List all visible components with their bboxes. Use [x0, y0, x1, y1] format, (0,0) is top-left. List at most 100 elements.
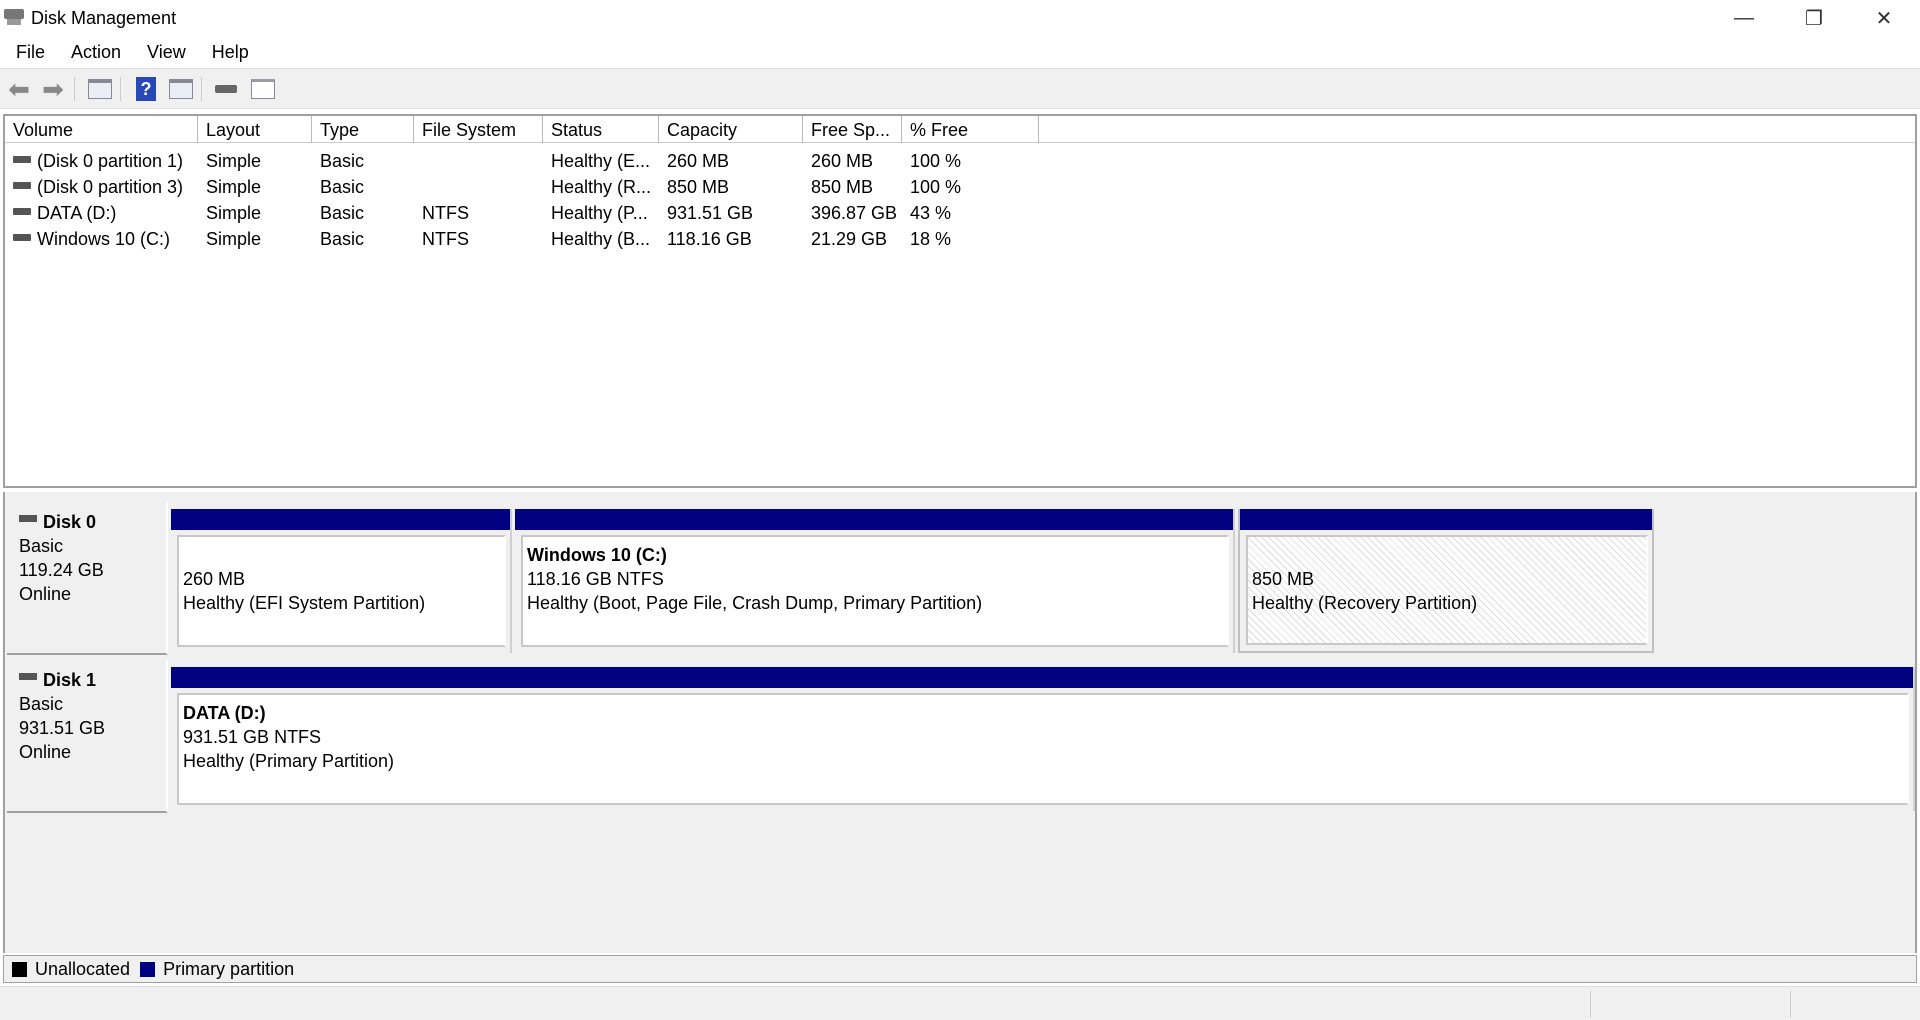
- restore-button[interactable]: ❐: [1779, 0, 1849, 37]
- disk-0-label[interactable]: Disk 0 Basic 119.24 GB Online: [7, 502, 168, 655]
- cell-free-space: 850 MB: [803, 177, 902, 198]
- console-tree-icon[interactable]: [85, 75, 115, 103]
- menu-action[interactable]: Action: [61, 42, 131, 63]
- cell-type: Basic: [312, 203, 414, 224]
- cell-text: 21.29 GB: [811, 229, 888, 249]
- volume-row[interactable]: DATA (D:) Simple Basic NTFS Healthy (P... 931…: [5, 200, 1915, 226]
- column-file-system[interactable]: File System: [414, 116, 543, 143]
- partition-size: 931.51 GB NTFS: [183, 727, 322, 747]
- cell-status: Healthy (P...: [543, 203, 659, 224]
- column-free-space[interactable]: Free Sp...: [803, 116, 902, 143]
- minimize-button[interactable]: —: [1709, 0, 1779, 37]
- cell-text: Simple: [206, 177, 262, 197]
- cell-text: Simple: [206, 203, 262, 223]
- cell-text: Basic: [320, 229, 365, 249]
- disk-management-icon: [4, 9, 24, 27]
- disk-type: Basic: [19, 694, 64, 714]
- legend-unallocated: Unallocated: [35, 958, 131, 979]
- volume-row[interactable]: (Disk 0 partition 3) Simple Basic Healthy (…: [5, 174, 1915, 200]
- legend: Unallocated Primary partition: [3, 955, 1917, 983]
- connect-icon[interactable]: [211, 75, 241, 103]
- disk-icon: [19, 515, 37, 522]
- partition-title: [1252, 543, 1642, 567]
- action-pane-icon[interactable]: [166, 75, 196, 103]
- cell-text: Basic: [320, 203, 365, 223]
- menu-help[interactable]: Help: [202, 42, 259, 63]
- menu-view[interactable]: View: [137, 42, 196, 63]
- disk-1-label[interactable]: Disk 1 Basic 931.51 GB Online: [7, 660, 168, 813]
- cell-capacity: 931.51 GB: [659, 203, 803, 224]
- unallocated-swatch: [12, 961, 27, 977]
- primary-partition-bar: [515, 509, 1233, 530]
- volume-row[interactable]: Windows 10 (C:) Simple Basic NTFS Healthy (B…: [5, 226, 1915, 252]
- cell-text: 18 %: [910, 229, 952, 249]
- cell-text: 396.87 GB: [811, 203, 898, 223]
- disk-state: Online: [19, 742, 72, 762]
- cell-text: 260 MB: [667, 151, 730, 171]
- partition-title: DATA (D:): [183, 703, 266, 723]
- properties-icon[interactable]: [248, 75, 278, 103]
- cell-status: Healthy (E...: [543, 151, 659, 172]
- cell-text: 850 MB: [667, 177, 730, 197]
- column-layout[interactable]: Layout: [198, 116, 312, 143]
- partition-status: Healthy (Primary Partition): [183, 751, 395, 771]
- toolbar: ⬅ ➡ ?: [0, 69, 1920, 109]
- cell-text: Basic: [320, 151, 365, 171]
- disk-state: Online: [19, 584, 72, 604]
- cell-layout: Simple: [198, 203, 312, 224]
- cell-text: 931.51 GB: [667, 203, 754, 223]
- partition-status: Healthy (EFI System Partition): [183, 593, 426, 613]
- cell-file-system: NTFS: [414, 229, 543, 250]
- cell-text: NTFS: [422, 203, 469, 223]
- partition-recovery[interactable]: 850 MB Healthy (Recovery Partition): [1238, 509, 1654, 653]
- cell-text: Simple: [206, 151, 262, 171]
- cell-text: Basic: [320, 177, 365, 197]
- volume-row[interactable]: (Disk 0 partition 1) Simple Basic Healthy (…: [5, 148, 1915, 174]
- cell-text: DATA (D:): [37, 203, 117, 223]
- disk-size: 119.24 GB: [19, 560, 104, 580]
- help-icon[interactable]: ?: [131, 75, 161, 103]
- partition-windows-c[interactable]: Windows 10 (C:) 118.16 GB NTFS Healthy (…: [515, 509, 1235, 653]
- partition-title: Windows 10 (C:): [527, 545, 667, 565]
- disk-name: Disk 0: [43, 512, 97, 532]
- cell-text: Healthy (P...: [551, 203, 648, 223]
- cell-text: 118.16 GB: [667, 229, 752, 249]
- disk-graph-pane: Disk 0 Basic 119.24 GB Online 260 MB Hea…: [3, 492, 1917, 953]
- cell-text: Healthy (B...: [551, 229, 651, 249]
- status-bar: [0, 986, 1920, 1020]
- cell-layout: Simple: [198, 229, 312, 250]
- cell-text: 43 %: [910, 203, 952, 223]
- partition-status: Healthy (Recovery Partition): [1252, 593, 1478, 613]
- column-type[interactable]: Type: [312, 116, 414, 143]
- column-status[interactable]: Status: [543, 116, 659, 143]
- cell-text: 100 %: [910, 177, 962, 197]
- partition-size: 118.16 GB NTFS: [527, 569, 664, 589]
- cell-layout: Simple: [198, 177, 312, 198]
- list-header: Volume Layout Type File System Status Ca…: [5, 116, 1915, 143]
- disk-icon: [19, 673, 37, 680]
- volume-icon: [13, 207, 31, 215]
- cell-capacity: 118.16 GB: [659, 229, 803, 250]
- volume-icon: [13, 155, 31, 163]
- cell-text: Simple: [206, 229, 262, 249]
- column-volume[interactable]: Volume: [5, 116, 198, 143]
- partition-title: [183, 543, 500, 567]
- cell-capacity: 260 MB: [659, 151, 803, 172]
- close-button[interactable]: ✕: [1849, 0, 1919, 37]
- primary-partition-swatch: [140, 961, 156, 977]
- partition-size: 850 MB: [1252, 569, 1315, 589]
- column-capacity[interactable]: Capacity: [659, 116, 803, 143]
- forward-arrow-icon[interactable]: ➡: [38, 74, 68, 104]
- column-percent-free[interactable]: % Free: [902, 116, 1039, 143]
- volume-icon: [13, 181, 31, 189]
- legend-primary-partition: Primary partition: [163, 958, 295, 979]
- disk-name: Disk 1: [43, 670, 97, 690]
- partition-data-d[interactable]: DATA (D:) 931.51 GB NTFS Healthy (Primar…: [171, 667, 1915, 811]
- partition-efi[interactable]: 260 MB Healthy (EFI System Partition): [171, 509, 512, 653]
- cell-layout: Simple: [198, 151, 312, 172]
- menu-file[interactable]: File: [6, 42, 55, 63]
- volume-icon: [13, 233, 31, 241]
- back-arrow-icon[interactable]: ⬅: [4, 74, 34, 104]
- cell-text: 100 %: [910, 151, 962, 171]
- cell-status: Healthy (R...: [543, 177, 659, 198]
